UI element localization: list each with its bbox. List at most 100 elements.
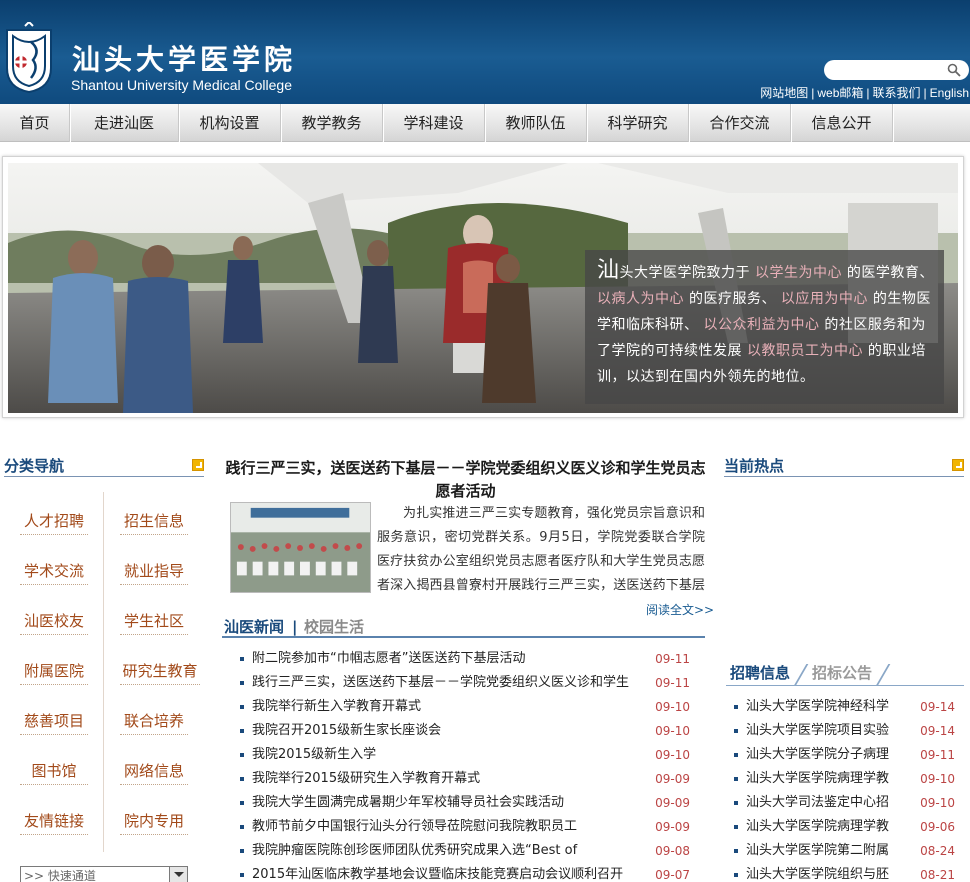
webmail-link[interactable]: web邮箱 [817,86,863,100]
recruit-title[interactable]: 汕头大学医学院神经科学 [746,695,896,719]
category-charity[interactable]: 慈善项目 [20,707,88,735]
list-item[interactable]: 我院召开2015级新生家长座谈会 09-10 [236,719,690,743]
category-graduate-education[interactable]: 研究生教育 [120,657,200,685]
nav-item-cooperation[interactable]: 合作交流 [689,104,792,142]
news-date: 09-11 [655,676,690,690]
nav-item-departments[interactable]: 机构设置 [179,104,282,142]
list-item[interactable]: 我院大学生圆满完成暑期少年军校辅导员社会实践活动 09-09 [236,791,690,815]
nav-item-home[interactable]: 首页 [0,104,71,142]
category-joint-training[interactable]: 联合培养 [120,707,188,735]
category-admissions[interactable]: 招生信息 [120,507,188,535]
college-emblem-icon[interactable] [3,22,55,94]
list-item[interactable]: 汕头大学司法鉴定中心招 09-10 [730,791,955,815]
category-nav-header: 分类导航 [4,455,204,477]
nav-item-research[interactable]: 科学研究 [587,104,690,142]
category-internal-use[interactable]: 院内专用 [120,807,188,835]
recruit-title[interactable]: 汕头大学医学院病理学教 [746,815,896,839]
featured-photo[interactable] [230,502,371,593]
tab-recruitment[interactable]: 招聘信息 [730,662,790,684]
list-item[interactable]: 我院2015级新生入学 09-10 [236,743,690,767]
list-item[interactable]: 我院举行2015级研究生入学教育开幕式 09-09 [236,767,690,791]
category-career[interactable]: 就业指导 [120,557,188,585]
featured-summary: 为扎实推进三严三实专题教育，强化党员宗旨意识和服务意识，密切党群关系。9月5日，… [377,506,705,593]
list-item[interactable]: 我院肿瘤医院陈创珍医师团队优秀研究成果入选“Best of 09-08 [236,839,690,863]
tab-shantou-news[interactable]: 汕医新闻 [224,616,284,638]
mission-text: 的医疗服务、 [684,291,781,307]
recruit-date: 09-10 [920,796,955,810]
more-arrow-icon[interactable] [952,459,964,471]
list-item[interactable]: 汕头大学医学院组织与胚 08-21 [730,863,955,882]
sitemap-link[interactable]: 网站地图 [760,86,808,100]
utility-links: 网站地图 | web邮箱 | 联系我们 | English [760,84,969,101]
news-title[interactable]: 我院大学生圆满完成暑期少年军校辅导员社会实践活动 [252,791,642,815]
list-item[interactable]: 2015年汕医临床教学基地会议暨临床技能竞赛启动会议顺利召开 09-07 [236,863,690,882]
search-icon[interactable] [947,63,961,77]
list-item[interactable]: 汕头大学医学院病理学教 09-06 [730,815,955,839]
news-title[interactable]: 我院举行新生入学教育开幕式 [252,695,642,719]
english-link[interactable]: English [930,86,969,100]
nav-item-teaching[interactable]: 教学教务 [281,104,384,142]
news-title[interactable]: 我院举行2015级研究生入学教育开幕式 [252,767,642,791]
list-item[interactable]: 教师节前夕中国银行汕头分行领导莅院慰问我院教职员工 09-09 [236,815,690,839]
more-arrow-icon[interactable] [192,459,204,471]
recruit-title[interactable]: 汕头大学医学院组织与胚 [746,863,896,882]
featured-headline[interactable]: 践行三严三实，送医送药下基层－－学院党委组织义医义诊和学生党员志愿者活动 [222,457,709,503]
site-title-chinese[interactable]: 汕头大学医学院 [72,38,296,78]
news-date: 09-10 [655,724,690,738]
news-title[interactable]: 2015年汕医临床教学基地会议暨临床技能竞赛启动会议顺利召开 [252,863,642,882]
news-date: 09-09 [655,772,690,786]
list-item[interactable]: 践行三严三实，送医送药下基层－－学院党委组织义医义诊和学生 09-11 [236,671,690,695]
recruit-date: 09-14 [920,724,955,738]
category-network-info[interactable]: 网络信息 [120,757,188,785]
mission-highlight: 以应用为中心 [780,291,868,307]
category-affiliated-hospitals[interactable]: 附属医院 [20,657,88,685]
nav-item-about[interactable]: 走进汕医 [70,104,180,142]
category-library[interactable]: 图书馆 [20,757,88,785]
category-talent-recruit[interactable]: 人才招聘 [20,507,88,535]
search-input[interactable] [834,62,944,78]
link-separator: | [923,86,927,100]
recruit-date: 09-11 [920,748,955,762]
category-academic-exchange[interactable]: 学术交流 [20,557,88,585]
news-title[interactable]: 我院肿瘤医院陈创珍医师团队优秀研究成果入选“Best of [252,839,642,863]
news-date: 09-07 [655,868,690,882]
site-title-english[interactable]: Shantou University Medical College [71,77,292,93]
news-title[interactable]: 我院召开2015级新生家长座谈会 [252,719,642,743]
hero-banner: 汕头大学医学院致力于 以学生为中心 的医学教育、 以病人为中心 的医疗服务、 以… [2,156,964,418]
list-item[interactable]: 汕头大学医学院神经科学 09-14 [730,695,955,719]
list-item[interactable]: 汕头大学医学院病理学教 09-10 [730,767,955,791]
recruit-title[interactable]: 汕头大学医学院第二附属 [746,839,896,863]
category-student-community[interactable]: 学生社区 [120,607,188,635]
list-item[interactable]: 汕头大学医学院第二附属 08-24 [730,839,955,863]
news-title[interactable]: 教师节前夕中国银行汕头分行领导莅院慰问我院教职员工 [252,815,642,839]
tab-divider [875,664,891,686]
recruit-title[interactable]: 汕头大学医学院病理学教 [746,767,896,791]
news-title[interactable]: 践行三严三实，送医送药下基层－－学院党委组织义医义诊和学生 [252,671,642,695]
news-date: 09-10 [655,700,690,714]
nav-item-disciplines[interactable]: 学科建设 [383,104,486,142]
nav-item-faculty[interactable]: 教师队伍 [485,104,588,142]
news-title[interactable]: 附二院参加市“巾帼志愿者”送医送药下基层活动 [252,647,642,671]
recruit-title[interactable]: 汕头大学司法鉴定中心招 [746,791,896,815]
hot-topics-title: 当前热点 [724,457,785,475]
category-friendly-links[interactable]: 友情链接 [20,807,88,835]
recruit-title[interactable]: 汕头大学医学院项目实验 [746,719,896,743]
tab-tender-notice[interactable]: 招标公告 [812,662,872,684]
recruit-title[interactable]: 汕头大学医学院分子病理 [746,743,896,767]
list-item[interactable]: 我院举行新生入学教育开幕式 09-10 [236,695,690,719]
column-divider [103,492,104,852]
list-item[interactable]: 附二院参加市“巾帼志愿者”送医送药下基层活动 09-11 [236,647,690,671]
recruit-tabs: 招聘信息 招标公告 [726,660,964,686]
list-item[interactable]: 汕头大学医学院项目实验 09-14 [730,719,955,743]
category-alumni[interactable]: 汕医校友 [20,607,88,635]
nav-item-disclosure[interactable]: 信息公开 [791,104,894,142]
list-item[interactable]: 汕头大学医学院分子病理 09-11 [730,743,955,767]
news-date: 09-11 [655,652,690,666]
news-date: 09-09 [655,796,690,810]
mission-statement: 汕头大学医学院致力于 以学生为中心 的医学教育、 以病人为中心 的医疗服务、 以… [585,250,944,404]
news-title[interactable]: 我院2015级新生入学 [252,743,642,767]
contact-link[interactable]: 联系我们 [873,86,921,100]
quick-access-select[interactable]: >> 快速通道 [20,866,188,882]
tab-campus-life[interactable]: 校园生活 [304,616,364,638]
chevron-down-icon[interactable] [169,867,187,882]
